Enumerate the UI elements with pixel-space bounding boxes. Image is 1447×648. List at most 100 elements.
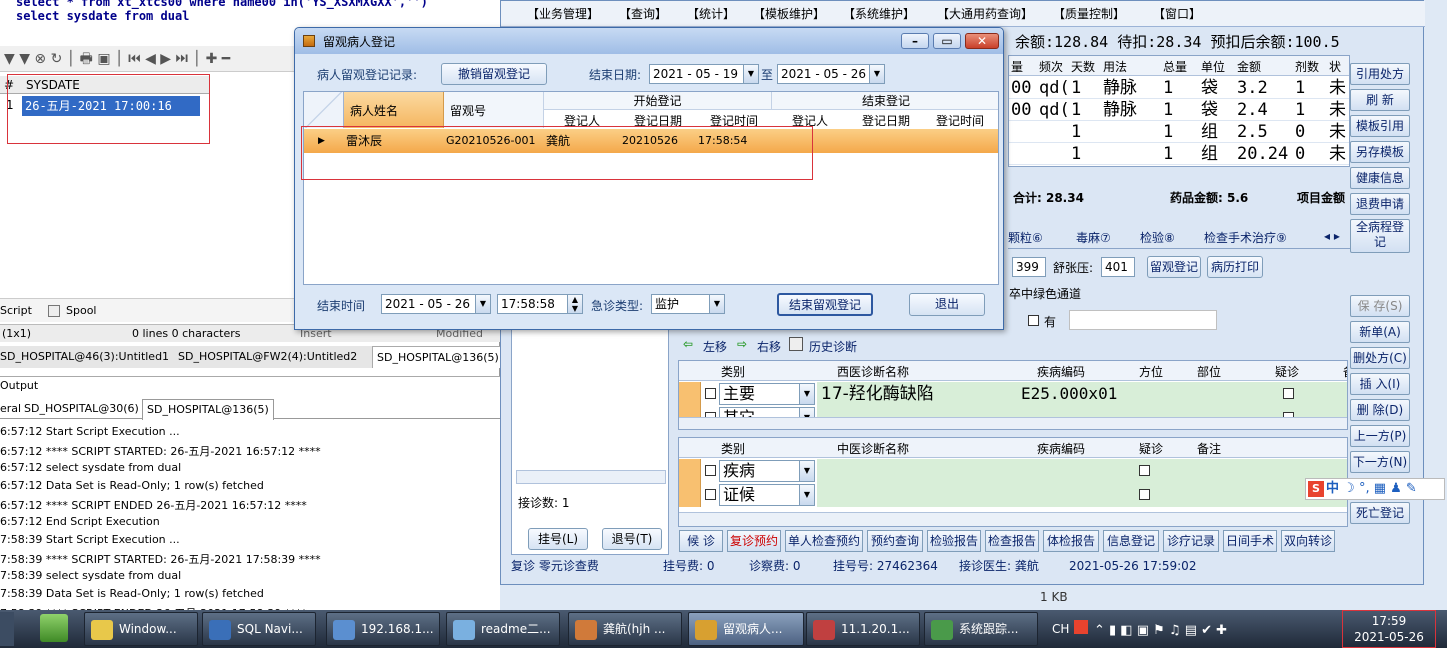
- output-tab-general[interactable]: eral: [0, 399, 21, 419]
- western-header-cell[interactable]: 西医诊断名称: [837, 363, 909, 380]
- rx-header-cell[interactable]: 剂数: [1295, 58, 1329, 75]
- menu-drug-query[interactable]: 【大通用药查询】: [937, 5, 1033, 22]
- side-button[interactable]: 上一方(P): [1350, 425, 1410, 447]
- western-header-cell[interactable]: 方位: [1139, 363, 1163, 380]
- diag-type-select[interactable]: 证候 ▼: [719, 484, 815, 506]
- rx-header-cell[interactable]: 总量: [1163, 58, 1201, 75]
- col-name[interactable]: 病人姓名: [344, 92, 444, 128]
- exit-button[interactable]: 退出: [909, 293, 985, 316]
- taskbar-item[interactable]: 留观病人...: [688, 612, 804, 646]
- bottom-button[interactable]: 候 诊: [679, 530, 723, 552]
- side-button[interactable]: 引用处方: [1350, 63, 1410, 85]
- emergency-select[interactable]: 监护 ▼: [651, 294, 725, 314]
- side-button[interactable]: 保 存(S): [1350, 295, 1410, 317]
- table-row[interactable]: 1 1 组 2.5 0 未: [1009, 121, 1349, 143]
- tray-overflow-icon[interactable]: ⌃ ▮ ◧ ▣ ⚑ ♫ ▤ ✔ ✚: [1094, 623, 1227, 638]
- menu-business[interactable]: 【业务管理】: [527, 5, 599, 22]
- bottom-button[interactable]: 日间手术: [1223, 530, 1277, 552]
- tab-lab[interactable]: 检验⑧: [1140, 229, 1175, 246]
- side-button[interactable]: 删处方(C): [1350, 347, 1410, 369]
- table-row[interactable]: 主要 ▼ 17-羟化酶缺陷 E25.000x01: [679, 382, 1347, 406]
- table-row[interactable]: 00 qd(1 静脉 1 袋 2.4 1 未: [1009, 99, 1349, 121]
- taskbar-item[interactable]: 192.168.1...: [326, 612, 440, 646]
- col-obs[interactable]: 留观号: [444, 92, 544, 128]
- taskbar-item[interactable]: 龚航(hjh ...: [568, 612, 682, 646]
- end-observation-button[interactable]: 结束留观登记: [777, 293, 873, 316]
- western-header-cell[interactable]: 疑诊: [1275, 363, 1299, 380]
- maximize-icon[interactable]: ▭: [933, 33, 961, 49]
- left-move-icon[interactable]: ⇦: [683, 337, 693, 351]
- bottom-button[interactable]: 复诊预约: [727, 530, 781, 552]
- table-row[interactable]: 证候 ▼: [679, 483, 1347, 507]
- date-from-picker[interactable]: 2021 - 05 - 19 ▼: [649, 64, 759, 84]
- bottom-button[interactable]: 检查报告: [985, 530, 1039, 552]
- chinese-diag-checkbox[interactable]: [705, 489, 716, 500]
- rx-header-cell[interactable]: 金额: [1237, 58, 1295, 75]
- tab-scroll-icon[interactable]: ◂ ▸: [1324, 229, 1340, 243]
- chinese-header-cell[interactable]: 类别: [721, 440, 745, 457]
- cancel-observation-button[interactable]: 撤销留观登记: [441, 63, 547, 85]
- chinese-diag-scrollbar[interactable]: [679, 512, 1347, 526]
- rx-header-cell[interactable]: 天数: [1071, 58, 1103, 75]
- western-diag-scrollbar[interactable]: [679, 417, 1347, 429]
- rx-header-cell[interactable]: 状: [1329, 58, 1349, 75]
- bottom-button[interactable]: 检验报告: [927, 530, 981, 552]
- right-move-button[interactable]: 右移: [757, 338, 781, 355]
- output-tab-30[interactable]: SD_HOSPITAL@30(6): [24, 399, 139, 419]
- tab-exam[interactable]: 检查手术治疗⑨: [1204, 229, 1287, 246]
- rx-header-cell[interactable]: 量: [1011, 58, 1039, 75]
- chevron-down-icon[interactable]: ▼: [869, 65, 884, 83]
- history-diag-button[interactable]: 历史诊断: [809, 338, 857, 355]
- suspected-checkbox[interactable]: [1283, 388, 1294, 399]
- menu-stats[interactable]: 【统计】: [687, 5, 735, 22]
- chinese-header-cell[interactable]: 疾病编码: [1037, 440, 1085, 457]
- table-row[interactable]: 00 qd(1 静脉 1 袋 3.2 1 未: [1009, 77, 1349, 99]
- ime-tools-icon[interactable]: ☽ °, ▦ ♟ ✎: [1343, 481, 1417, 496]
- start-icon[interactable]: [0, 612, 14, 646]
- green-channel-input[interactable]: [1069, 310, 1217, 330]
- rx-header-cell[interactable]: 单位: [1201, 58, 1237, 75]
- chevron-down-icon[interactable]: ▼: [799, 485, 814, 505]
- bottom-button[interactable]: 体检报告: [1043, 530, 1099, 552]
- quicklaunch-icon[interactable]: [40, 614, 68, 642]
- vital-input-1[interactable]: 399: [1012, 257, 1046, 277]
- chinese-header-cell[interactable]: 备注: [1197, 440, 1221, 457]
- menu-system[interactable]: 【系统维护】: [843, 5, 915, 22]
- table-row[interactable]: 疾病 ▼: [679, 459, 1347, 483]
- side-button[interactable]: 刷 新: [1350, 89, 1410, 111]
- side-button[interactable]: 新单(A): [1350, 321, 1410, 343]
- taskbar-item[interactable]: readme二...: [446, 612, 560, 646]
- side-button[interactable]: 健康信息: [1350, 167, 1410, 189]
- lang-indicator[interactable]: CH: [1052, 622, 1069, 636]
- western-header-cell[interactable]: 类别: [721, 363, 745, 380]
- taskbar-item[interactable]: 系统跟踪...: [924, 612, 1038, 646]
- rx-header-cell[interactable]: 频次: [1039, 58, 1071, 75]
- green-channel-checkbox[interactable]: [1028, 315, 1039, 326]
- chevron-down-icon[interactable]: ▼: [799, 384, 814, 404]
- side-button[interactable]: 全病程登记: [1350, 219, 1410, 253]
- side-button[interactable]: 下一方(N): [1350, 451, 1410, 473]
- chinese-header-cell[interactable]: 疑诊: [1139, 440, 1163, 457]
- minimize-icon[interactable]: –: [901, 33, 929, 49]
- diag-type-select[interactable]: 主要 ▼: [719, 383, 815, 405]
- tab-granule[interactable]: 颗粒⑥: [1008, 229, 1043, 246]
- tab-script[interactable]: Script: [0, 299, 32, 323]
- menu-window[interactable]: 【窗口】: [1153, 5, 1201, 22]
- filter-icon[interactable]: ▼ ▼ ⊗ ↻ │ 🖶 ▣ │ ⏮ ◀ ▶ ⏭ │ ✚ ━: [4, 51, 230, 67]
- doc-tab-3[interactable]: SD_HOSPITAL@136(5):U: [372, 346, 500, 368]
- sogou-tray-icon[interactable]: [1074, 620, 1088, 634]
- menu-template[interactable]: 【模板维护】: [753, 5, 825, 22]
- tab-spool[interactable]: Spool: [66, 299, 96, 323]
- suspected-checkbox[interactable]: [1139, 489, 1150, 500]
- ime-toolbar[interactable]: S中 ☽ °, ▦ ♟ ✎: [1305, 478, 1445, 500]
- chinese-diag-checkbox[interactable]: [705, 465, 716, 476]
- close-icon[interactable]: ✕: [965, 33, 999, 49]
- patient-list-scrollbar[interactable]: [516, 470, 666, 484]
- bottom-button[interactable]: 诊疗记录: [1163, 530, 1219, 552]
- chinese-header-cell[interactable]: 中医诊断名称: [837, 440, 909, 457]
- ime-mode[interactable]: 中: [1326, 481, 1339, 496]
- taskbar-item[interactable]: SQL Navi...: [202, 612, 316, 646]
- history-icon[interactable]: [789, 337, 803, 351]
- side-button[interactable]: 插 入(I): [1350, 373, 1410, 395]
- western-header-cell[interactable]: 备: [1343, 363, 1347, 380]
